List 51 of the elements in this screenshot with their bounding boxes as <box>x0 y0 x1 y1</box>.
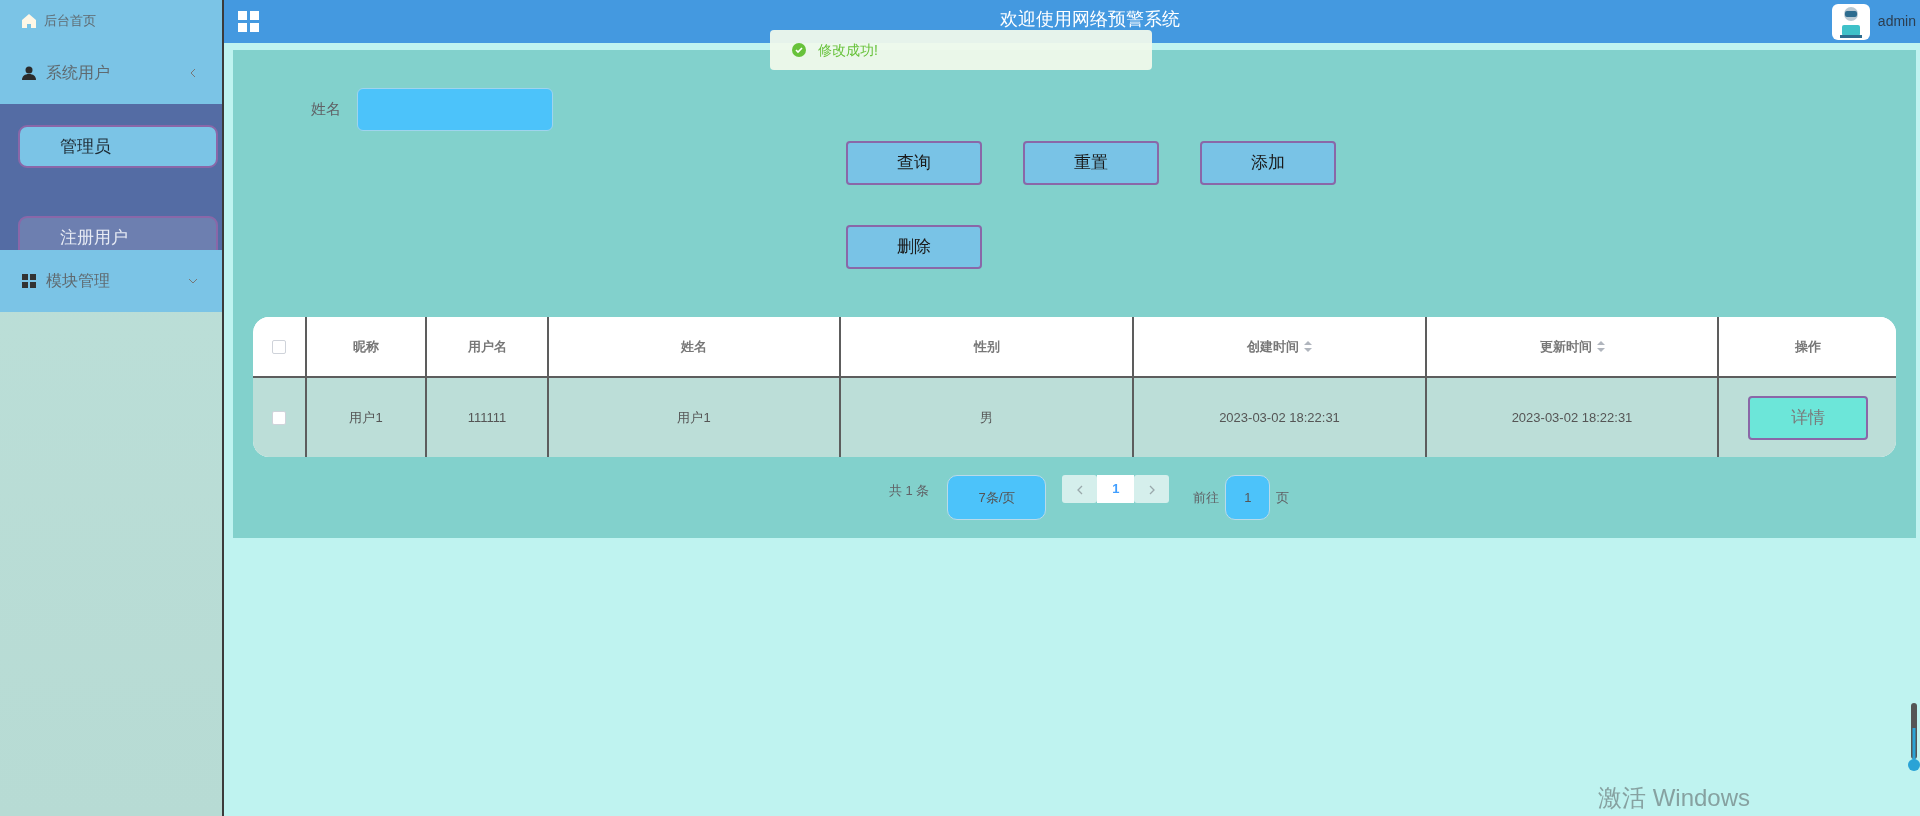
user-icon <box>22 66 36 80</box>
toast-message: 修改成功! <box>818 40 878 60</box>
menu-label: 后台首页 <box>44 12 96 31</box>
column-header: 性别 <box>973 337 1000 356</box>
username: admin <box>1877 12 1916 31</box>
page-number[interactable]: 1 <box>1097 475 1135 503</box>
home-icon <box>22 14 36 28</box>
menu-label: 系统用户 <box>46 63 110 83</box>
menu-group[interactable]: 模块管理 <box>0 250 222 312</box>
checkbox[interactable] <box>272 410 286 425</box>
column-header: 更新时间 <box>1539 337 1592 356</box>
page-title: 欢迎使用网络预警系统 <box>1000 8 1180 31</box>
table-cell-text: 男 <box>980 408 993 427</box>
prev-page-button[interactable] <box>1062 475 1098 503</box>
column-header: 用户名 <box>467 337 507 356</box>
action-button[interactable]: 添加 <box>1200 141 1336 185</box>
column-header: 创建时间 <box>1247 337 1299 356</box>
goto-label: 前往 <box>1193 488 1220 507</box>
details-button[interactable]: 详情 <box>1747 395 1868 440</box>
table-cell-text: 2023-03-02 18:22:31 <box>1219 408 1340 427</box>
column-header: 姓名 <box>681 337 707 356</box>
column-header: 昵称 <box>353 337 379 356</box>
robot-avatar-icon[interactable] <box>1831 3 1870 40</box>
action-button[interactable]: 查询 <box>846 141 982 185</box>
page-size-select[interactable]: 7条/页 <box>947 475 1047 520</box>
submenu-item[interactable]: 注册用户 <box>18 216 218 250</box>
table-cell-text: 用户1 <box>349 408 383 427</box>
activation-notice: 激活 Windows <box>1598 786 1751 810</box>
page-suffix: 页 <box>1276 488 1290 507</box>
table-cell-text: 用户1 <box>677 408 711 427</box>
field-label: 姓名 <box>311 99 341 120</box>
menu-label: 模块管理 <box>46 271 110 291</box>
checkbox[interactable] <box>272 339 286 354</box>
check-icon <box>792 43 806 57</box>
total-count: 共 1 条 <box>889 482 930 500</box>
grid-icon <box>22 274 36 288</box>
grid-icon[interactable] <box>238 10 260 33</box>
action-button[interactable]: 删除 <box>846 225 982 269</box>
column-header: 操作 <box>1794 337 1821 356</box>
name-input[interactable] <box>357 88 553 131</box>
thermometer-icon[interactable] <box>1908 703 1920 773</box>
chevron-right-icon <box>1147 484 1156 495</box>
menu-group[interactable]: 系统用户 <box>0 42 222 104</box>
next-page-button[interactable] <box>1134 475 1170 503</box>
submenu-item[interactable]: 管理员 <box>18 125 218 168</box>
table-cell-text: 2023-03-02 18:22:31 <box>1511 408 1633 427</box>
action-button[interactable]: 重置 <box>1023 141 1159 185</box>
goto-page-input[interactable]: 1 <box>1225 475 1271 520</box>
home-link[interactable]: 后台首页 <box>0 0 222 42</box>
table-cell-text: 111111 <box>467 408 507 427</box>
chevron-left-icon <box>1075 484 1084 495</box>
